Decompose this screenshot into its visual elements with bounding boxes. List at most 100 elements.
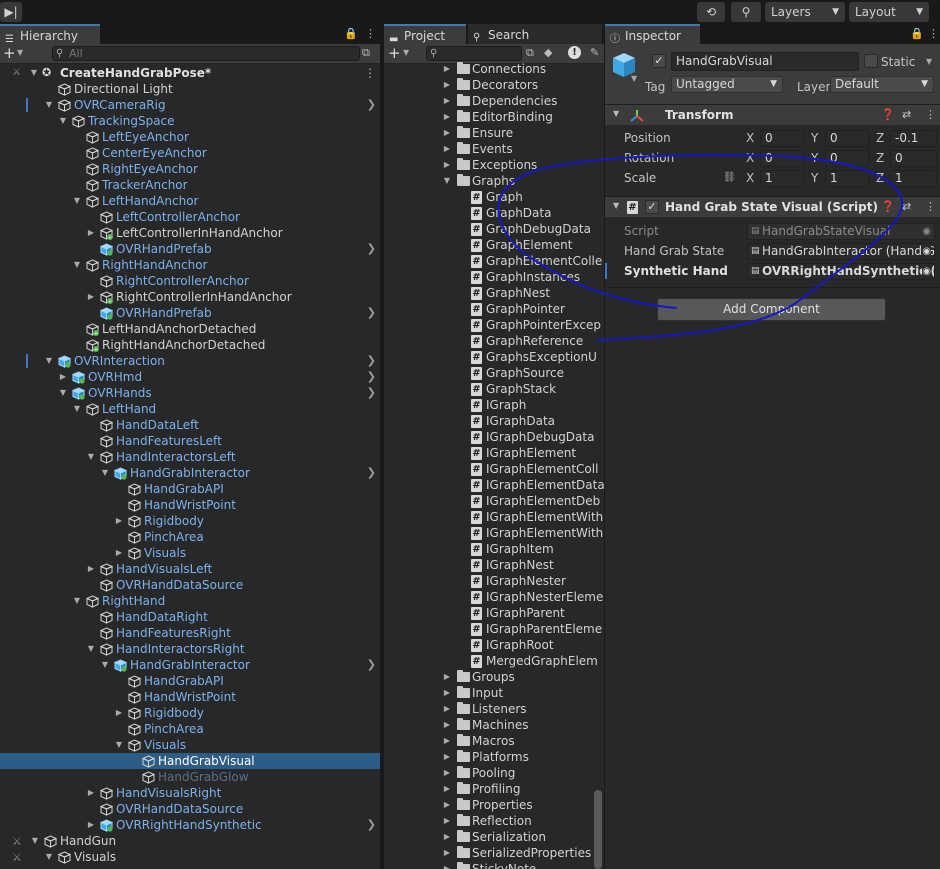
project-folder-item[interactable]: ▶ Dependencies [384,93,594,109]
axis-z-label[interactable]: Z [876,128,884,148]
chevron-down-icon[interactable]: ▼ [631,74,637,83]
caret-open-icon[interactable]: ▼ [57,385,69,401]
hierarchy-row[interactable]: ▼ HandInteractorsLeft [0,449,380,465]
caret-closed-icon[interactable]: ▶ [113,513,125,529]
hierarchy-row[interactable]: ▶ Visuals [0,545,380,561]
caret-open-icon[interactable]: ▼ [85,449,97,465]
hierarchy-row[interactable]: HandFeaturesRight [0,625,380,641]
project-script-item[interactable]: # IGraphParent [384,605,594,621]
active-checkbox[interactable]: ✓ [652,54,666,68]
help-icon[interactable]: ❓ [881,108,895,121]
layer-dropdown[interactable]: Default ▼ [830,76,934,93]
chevron-down-icon[interactable]: ▼ [403,48,409,57]
project-folder-item[interactable]: ▶ Groups [384,669,594,685]
hierarchy-row[interactable]: ▶ Rigidbody [0,705,380,721]
hierarchy-row[interactable]: HandFeaturesLeft [0,433,380,449]
component-enabled-checkbox[interactable]: ✓ [645,200,659,214]
kebab-menu-icon[interactable]: ⋮ [365,27,376,40]
project-folder-item[interactable]: ▶ Macros [384,733,594,749]
caret-closed-icon[interactable]: ▶ [441,781,453,797]
caret-closed-icon[interactable]: ▶ [85,561,97,577]
caret-closed-icon[interactable]: ▶ [441,765,453,781]
project-script-item[interactable]: # IGraphElement [384,445,594,461]
hierarchy-row[interactable]: ▼ OVRInteraction ❯ [0,353,380,369]
caret-open-icon[interactable]: ▼ [71,193,83,209]
project-folder-item[interactable]: ▶ Profiling [384,781,594,797]
position-z-input[interactable]: -0.1 [890,130,937,147]
chevron-right-icon[interactable]: ❯ [367,369,376,385]
project-script-item[interactable]: # IGraphElementDeb [384,493,600,509]
caret-closed-icon[interactable]: ▶ [441,749,453,765]
caret-closed-icon[interactable]: ▶ [441,685,453,701]
caret-open-icon[interactable]: ▼ [71,257,83,273]
history-button[interactable]: ⟲ [697,2,725,22]
layout-dropdown[interactable]: Layout ▼ [849,2,929,22]
tab-hierarchy[interactable]: ☰ Hierarchy [0,24,100,45]
chevron-right-icon[interactable]: ❯ [367,465,376,481]
caret-closed-icon[interactable]: ▶ [85,817,97,833]
chevron-right-icon[interactable]: ❯ [367,385,376,401]
chevron-right-icon[interactable]: ❯ [367,657,376,673]
hierarchy-row[interactable]: ▼ LeftHand [0,401,380,417]
caret-open-icon[interactable]: ▼ [613,109,619,118]
project-script-item[interactable]: # IGraphElementColl [384,461,598,477]
hierarchy-row[interactable]: ▼ HandInteractorsRight [0,641,380,657]
project-script-item[interactable]: # IGraphNesterEleme [384,589,603,605]
tab-project[interactable]: ▬ Project [384,24,466,45]
hierarchy-row[interactable]: HandWristPoint [0,689,380,705]
chevron-right-icon[interactable]: ❯ [367,817,376,833]
project-script-item[interactable]: # GraphInstances [384,269,594,285]
caret-open-icon[interactable]: ▼ [113,737,125,753]
project-script-item[interactable]: # IGraph [384,397,594,413]
caret-closed-icon[interactable]: ▶ [85,225,97,241]
project-script-item[interactable]: # GraphElement [384,237,594,253]
caret-closed-icon[interactable]: ▶ [441,797,453,813]
project-script-item[interactable]: # GraphElementColle [384,253,602,269]
hierarchy-row[interactable]: PinchArea [0,721,380,737]
visibility-icon[interactable]: ⚔ [12,835,22,848]
scale-z-input[interactable]: 1 [890,170,937,187]
project-folder-item[interactable]: ▶ Exceptions [384,157,594,173]
caret-closed-icon[interactable]: ▶ [57,369,69,385]
add-icon[interactable]: + [388,44,401,62]
caret-closed-icon[interactable]: ▶ [441,141,453,157]
project-script-item[interactable]: # GraphStack [384,381,594,397]
hierarchy-row[interactable]: ▼ HandGun [0,833,380,849]
caret-closed-icon[interactable]: ▶ [441,717,453,733]
object-name-field[interactable]: HandGrabVisual [671,52,859,71]
hierarchy-row[interactable]: CenterEyeAnchor [0,145,380,161]
caret-open-icon[interactable]: ▼ [71,401,83,417]
rotation-y-input[interactable]: 0 [825,150,869,167]
caret-open-icon[interactable]: ▼ [43,97,55,113]
caret-open-icon[interactable]: ▼ [441,173,453,189]
chevron-right-icon[interactable]: ❯ [367,353,376,369]
scale-x-input[interactable]: 1 [760,170,804,187]
project-script-item[interactable]: # GraphsExceptionU [384,349,597,365]
hierarchy-row[interactable]: OVRHandPrefab ❯ [0,305,380,321]
hierarchy-row[interactable]: ▶ Rigidbody [0,513,380,529]
caret-closed-icon[interactable]: ▶ [441,845,453,861]
project-folder-item[interactable]: ▼ Graphs [384,173,594,189]
caret-closed-icon[interactable]: ▶ [441,829,453,845]
visibility-icon[interactable]: ⚔ [12,851,22,864]
project-folder-item[interactable]: ▶ Connections [384,61,594,77]
project-script-item[interactable]: # Graph [384,189,594,205]
visibility-icon[interactable]: ⚔ [12,65,21,81]
hierarchy-row[interactable]: HandGrabAPI [0,481,380,497]
preset-icon[interactable]: ⇄ [902,200,911,213]
search-filter-icon[interactable]: ⧉ [362,46,370,60]
scale-y-input[interactable]: 1 [825,170,869,187]
script-component-header[interactable]: ▼ # ✓ Hand Grab State Visual (Script) ❓ … [605,196,940,218]
warning-filter-icon[interactable]: ! [568,46,581,59]
hierarchy-row[interactable]: ▼ OVRHands ❯ [0,385,380,401]
hierarchy-row[interactable]: HandDataRight [0,609,380,625]
caret-closed-icon[interactable]: ▶ [441,61,453,77]
hierarchy-row[interactable]: ▼ HandGrabInteractor ❯ [0,465,380,481]
project-script-item[interactable]: # GraphData [384,205,594,221]
project-folder-item[interactable]: ▶ EditorBinding [384,109,594,125]
caret-closed-icon[interactable]: ▶ [441,733,453,749]
project-folder-item[interactable]: ▶ Machines [384,717,594,733]
hierarchy-row[interactable]: HandDataLeft [0,417,380,433]
tag-dropdown[interactable]: Untagged ▼ [671,76,783,93]
project-folder-item[interactable]: ▶ Platforms [384,749,594,765]
